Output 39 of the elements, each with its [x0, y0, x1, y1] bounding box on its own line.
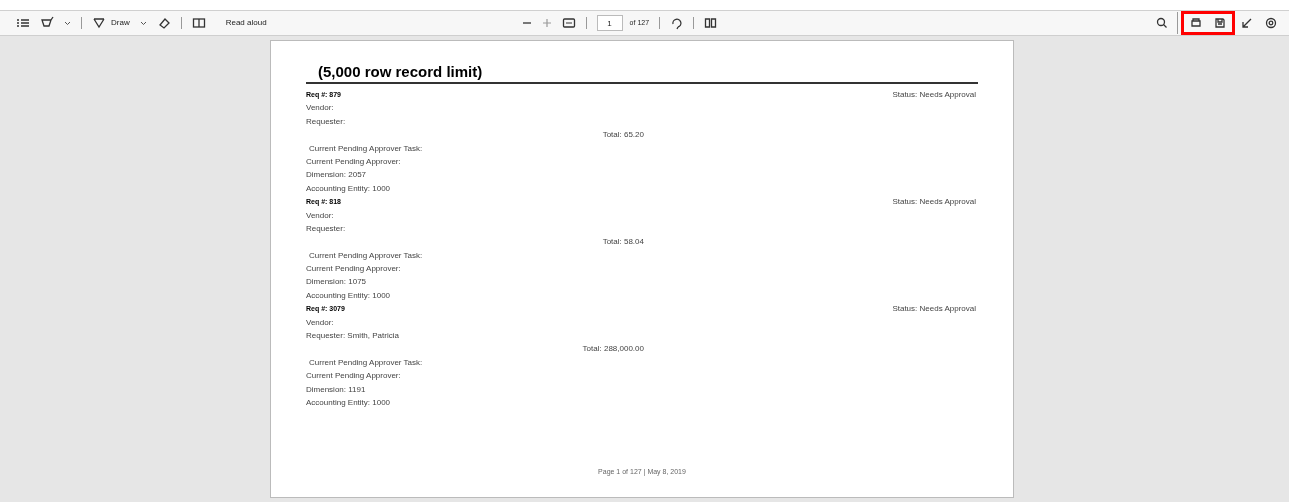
requester-label: Requester: — [306, 223, 346, 233]
approver-label: Current Pending Approver: — [306, 264, 401, 274]
dimension-label: Dimension: 1191 — [306, 384, 366, 394]
draw-button[interactable]: Draw — [92, 16, 130, 30]
caret-icon[interactable] — [139, 20, 147, 26]
rotate-icon[interactable] — [670, 16, 684, 30]
vendor-label: Vendor: — [306, 103, 334, 113]
accounting-entity-label: Accounting Entity: 1000 — [306, 398, 391, 407]
total-amount: Total: 58.04 — [602, 237, 644, 247]
book-icon[interactable] — [191, 16, 206, 30]
highlighter-icon[interactable] — [40, 16, 54, 30]
caret-icon[interactable] — [64, 20, 71, 26]
contents-icon[interactable] — [16, 16, 30, 30]
dimension-label: Dimension: 1075 — [306, 277, 367, 287]
two-page-icon[interactable] — [704, 17, 718, 29]
accounting-entity-label: Accounting Entity: 1000 — [306, 290, 391, 300]
total-amount: Total: 65.20 — [602, 130, 644, 140]
page-number-field[interactable]: 1 — [596, 15, 623, 31]
print-icon[interactable] — [1181, 11, 1208, 35]
pen-icon[interactable] — [92, 16, 106, 30]
requester-label: Requester: — [306, 116, 346, 126]
vendor-label: Vendor: — [306, 317, 334, 327]
approver-task-label: Current Pending Approver Task: — [309, 143, 423, 153]
status-label: Status: Needs Approval — [892, 89, 976, 101]
fit-page-icon[interactable] — [561, 17, 576, 29]
total-amount: Total: 288,000.00 — [582, 344, 644, 354]
report-title: (5,000 row record limit) — [306, 63, 978, 84]
approver-label: Current Pending Approver: — [306, 371, 401, 381]
requester-label: Requester: Smith, Patricia — [306, 331, 399, 341]
status-label: Status: Needs Approval — [892, 196, 976, 209]
save-icon[interactable] — [1208, 11, 1235, 35]
status-label: Status: Needs Approval — [892, 303, 976, 316]
approver-task-label: Current Pending Approver Task: — [309, 357, 423, 367]
approver-label: Current Pending Approver: — [306, 156, 401, 166]
vendor-label: Vendor: — [306, 210, 334, 220]
read-aloud-button[interactable]: Read aloud — [225, 17, 267, 29]
approver-task-label: Current Pending Approver Task: — [309, 250, 423, 260]
accounting-entity-label: Accounting Entity: 1000 — [306, 183, 391, 193]
dimension-label: Dimension: 2057 — [306, 170, 367, 180]
